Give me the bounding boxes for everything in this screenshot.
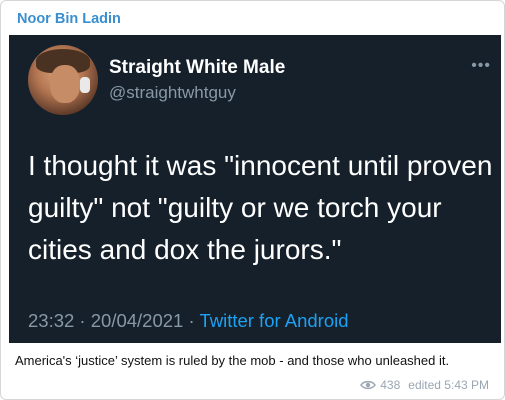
more-options-icon: ••• (471, 57, 491, 74)
headphone-graphic (80, 77, 90, 93)
embedded-tweet-image[interactable]: Straight White Male @straightwhtguy ••• … (9, 35, 501, 343)
tweet-text: I thought it was "innocent until proven … (28, 150, 493, 265)
tweet-display-name: Straight White Male (109, 57, 286, 78)
post-footer: 438 edited 5:43 PM (360, 378, 489, 392)
tweet-handle: @straightwhtguy (109, 83, 236, 102)
meta-separator: · (183, 310, 200, 331)
edited-time: edited 5:43 PM (408, 378, 489, 392)
view-count: 438 (380, 378, 401, 392)
avatar (28, 45, 98, 115)
post-author-name[interactable]: Noor Bin Ladin (17, 11, 121, 27)
channel-post: Noor Bin Ladin Straight White Male @stra… (0, 0, 505, 400)
tweet-timestamp: 23:32 · 20/04/2021 (28, 310, 184, 331)
eye-icon (360, 380, 377, 390)
tweet-source: Twitter for Android (199, 310, 349, 331)
tweet-meta: 23:32 · 20/04/2021 · Twitter for Android (28, 310, 349, 332)
post-caption: America's ‘justice’ system is ruled by t… (15, 353, 450, 368)
